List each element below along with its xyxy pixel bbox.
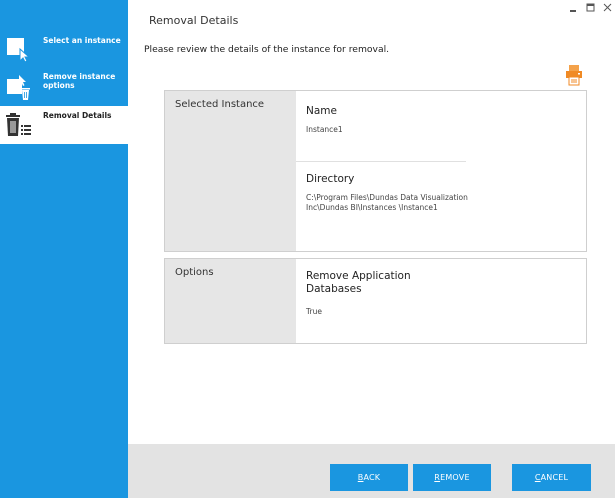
- cancel-button[interactable]: C ANCEL: [512, 464, 591, 491]
- field-value-remove-databases: True: [306, 307, 322, 316]
- field-divider: [296, 161, 466, 162]
- sidebar-step-label: Remove instance options: [43, 72, 116, 90]
- minimize-icon[interactable]: [568, 2, 579, 13]
- sidebar-step-remove-options[interactable]: Remove instance options: [0, 68, 128, 104]
- remove-button[interactable]: R EMOVE: [413, 464, 491, 491]
- back-button[interactable]: B ACK: [330, 464, 408, 491]
- page-subtitle: Please review the details of the instanc…: [144, 44, 390, 55]
- section-label: Options: [175, 267, 214, 278]
- section-selected-instance: Selected Instance Name Instance1 Directo…: [164, 90, 587, 252]
- section-side: Selected Instance: [165, 91, 296, 251]
- field-title-directory: Directory: [306, 173, 355, 185]
- remove-options-icon: [7, 75, 30, 100]
- trash-list-icon: [6, 113, 31, 136]
- window-controls: [568, 2, 613, 13]
- section-label: Selected Instance: [175, 99, 265, 110]
- section-options: Options Remove Application Databases Tru…: [164, 258, 587, 344]
- sidebar: Select an instance Remove instance optio…: [0, 0, 128, 498]
- field-value-directory: C:\Program Files\Dundas Data Visualizati…: [306, 193, 468, 212]
- page-title: Removal Details: [149, 14, 239, 27]
- close-icon[interactable]: [602, 2, 613, 13]
- field-title-remove-databases: Remove Application Databases: [306, 270, 411, 295]
- sidebar-step-label: Select an instance: [43, 36, 121, 45]
- section-content: Remove Application Databases True: [296, 259, 586, 343]
- field-value-name: Instance1: [306, 125, 343, 134]
- section-content: Name Instance1 Directory C:\Program File…: [296, 91, 586, 251]
- select-cursor-icon: [7, 38, 31, 62]
- sidebar-step-removal-details[interactable]: Removal Details: [0, 106, 128, 144]
- sidebar-step-label: Removal Details: [43, 111, 112, 120]
- field-title-name: Name: [306, 105, 337, 117]
- sidebar-step-select-instance[interactable]: Select an instance: [0, 28, 128, 62]
- maximize-icon[interactable]: [585, 2, 596, 13]
- printer-icon[interactable]: [565, 64, 583, 86]
- section-side: Options: [165, 259, 296, 343]
